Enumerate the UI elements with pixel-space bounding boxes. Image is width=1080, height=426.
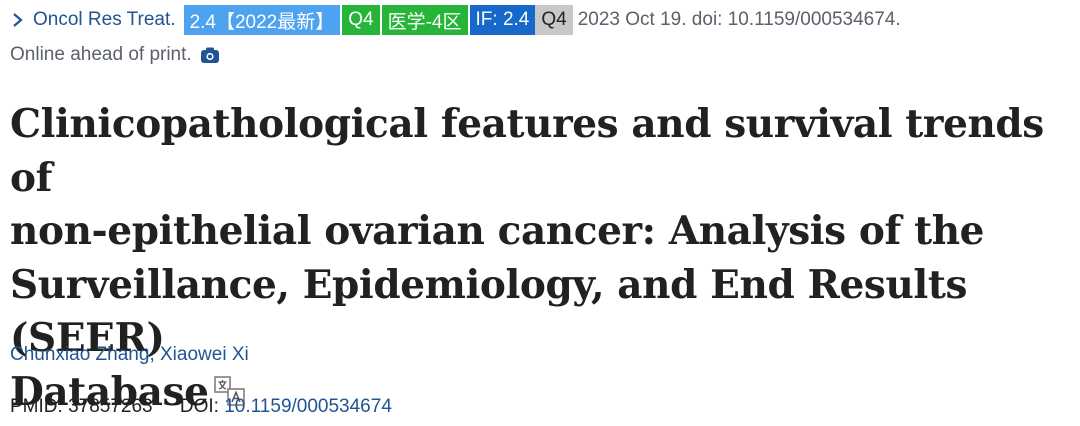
title-line-1: Clinicopathological features and surviva…	[10, 101, 1044, 201]
impact-factor-badge: IF: 2.4	[469, 5, 536, 35]
camera-icon[interactable]	[200, 46, 220, 64]
chevron-right-icon	[13, 13, 23, 27]
impact-factor-2022-badge: 2.4【2022最新】	[183, 5, 341, 35]
quartile-badge: Q4	[342, 5, 380, 35]
author-link[interactable]: Xiaowei Xi	[160, 344, 249, 365]
pmid-label: PMID:	[10, 396, 63, 417]
pmid-value: 37857263	[68, 396, 153, 417]
title-line-2: non-epithelial ovarian cancer: Analysis …	[10, 208, 985, 254]
identifier-line: PMID: 37857263 DOI: 10.1159/000534674	[10, 396, 392, 418]
jcr-quartile-badge: Q4	[535, 5, 573, 35]
status-text: Online ahead of print.	[10, 44, 192, 65]
publication-status: Online ahead of print.	[10, 40, 220, 70]
doi-link[interactable]: 10.1159/000534674	[224, 396, 392, 417]
author-separator: ,	[149, 344, 160, 365]
article-title: Clinicopathological features and surviva…	[10, 98, 1070, 419]
cas-zone-badge: 医学-4区	[381, 5, 468, 35]
citation-line: Oncol Res Treat. 2.4【2022最新】 Q4 医学-4区 IF…	[10, 5, 1074, 35]
author-link[interactable]: Chunxiao Zhang	[10, 344, 149, 365]
doi-label: DOI:	[179, 396, 219, 417]
author-list: Chunxiao Zhang, Xiaowei Xi	[10, 344, 249, 366]
journal-link[interactable]: Oncol Res Treat.	[10, 9, 176, 31]
journal-name: Oncol Res Treat.	[33, 9, 176, 30]
publication-date-doi: 2023 Oct 19. doi: 10.1159/000534674.	[577, 9, 901, 30]
